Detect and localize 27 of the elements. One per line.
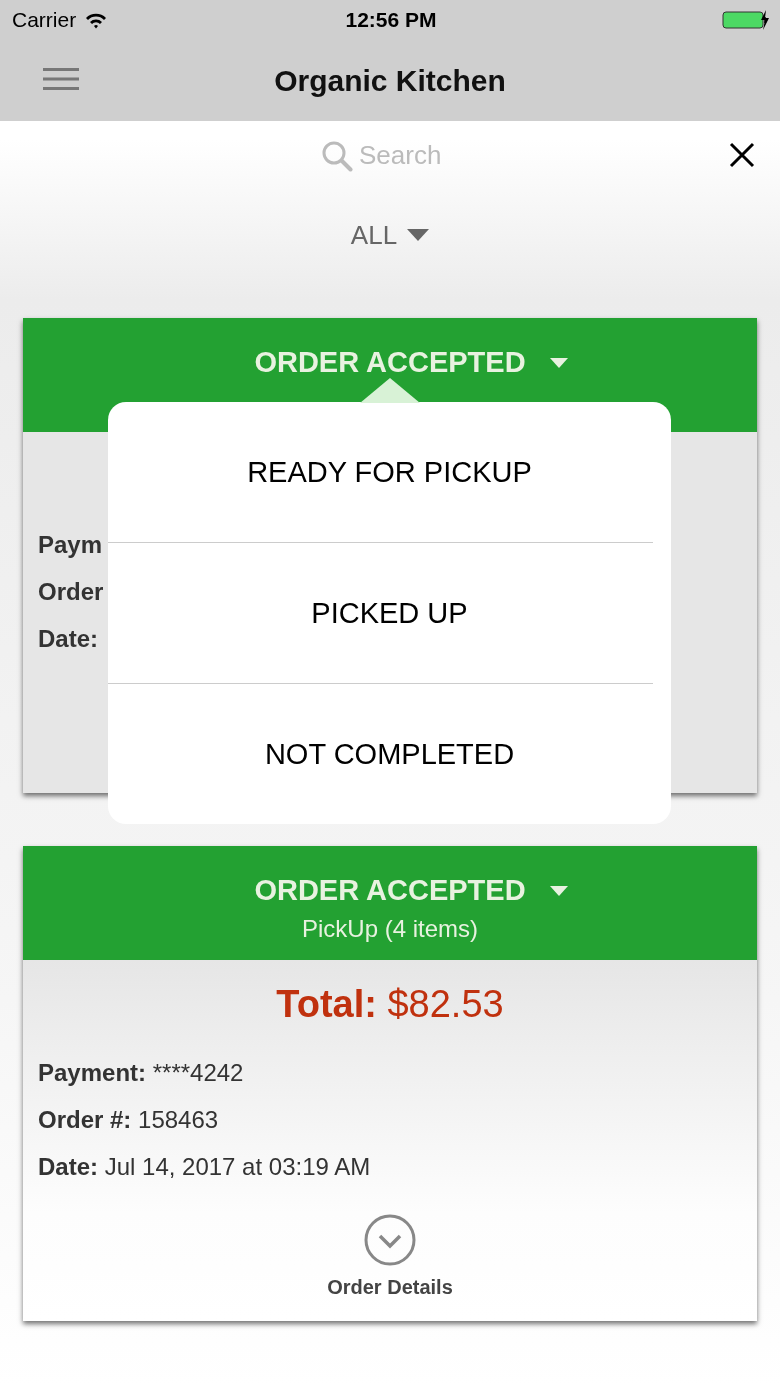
- chevron-circle-icon: [364, 1214, 416, 1266]
- carrier-label: Carrier: [12, 8, 77, 32]
- wifi-icon: [84, 11, 109, 29]
- order-details-button[interactable]: Order Details: [327, 1214, 453, 1299]
- filter-dropdown[interactable]: ALL: [350, 219, 430, 251]
- caret-icon: [549, 885, 568, 896]
- app-title: Organic Kitchen: [274, 63, 506, 98]
- detail-line: Paym: [37, 530, 103, 560]
- menu-item[interactable]: NOT COMPLETED: [108, 684, 671, 824]
- order-total: Total: $82.53: [276, 982, 504, 1027]
- detail-line: Date: Jul 14, 2017 at 03:19 AM: [37, 1152, 371, 1182]
- status-time: 12:56 PM: [345, 8, 437, 32]
- detail-line: Date:: [37, 624, 98, 654]
- detail-line: Order #: 158463: [37, 1105, 219, 1135]
- battery-icon: [722, 10, 770, 30]
- order-subtitle: PickUp (4 items): [302, 915, 478, 943]
- menu-item[interactable]: PICKED UP: [108, 543, 671, 683]
- popover-pointer: [360, 378, 420, 403]
- caret-icon: [549, 357, 568, 368]
- caret-icon: [407, 229, 430, 241]
- search-icon: [321, 139, 353, 172]
- menu-item[interactable]: READY FOR PICKUP: [108, 402, 671, 542]
- search-field[interactable]: Search: [321, 139, 459, 172]
- detail-line: Order: [37, 577, 104, 607]
- close-icon[interactable]: [728, 141, 756, 169]
- detail-line: Payment: ****4242: [37, 1058, 244, 1088]
- menu-icon[interactable]: [43, 67, 79, 91]
